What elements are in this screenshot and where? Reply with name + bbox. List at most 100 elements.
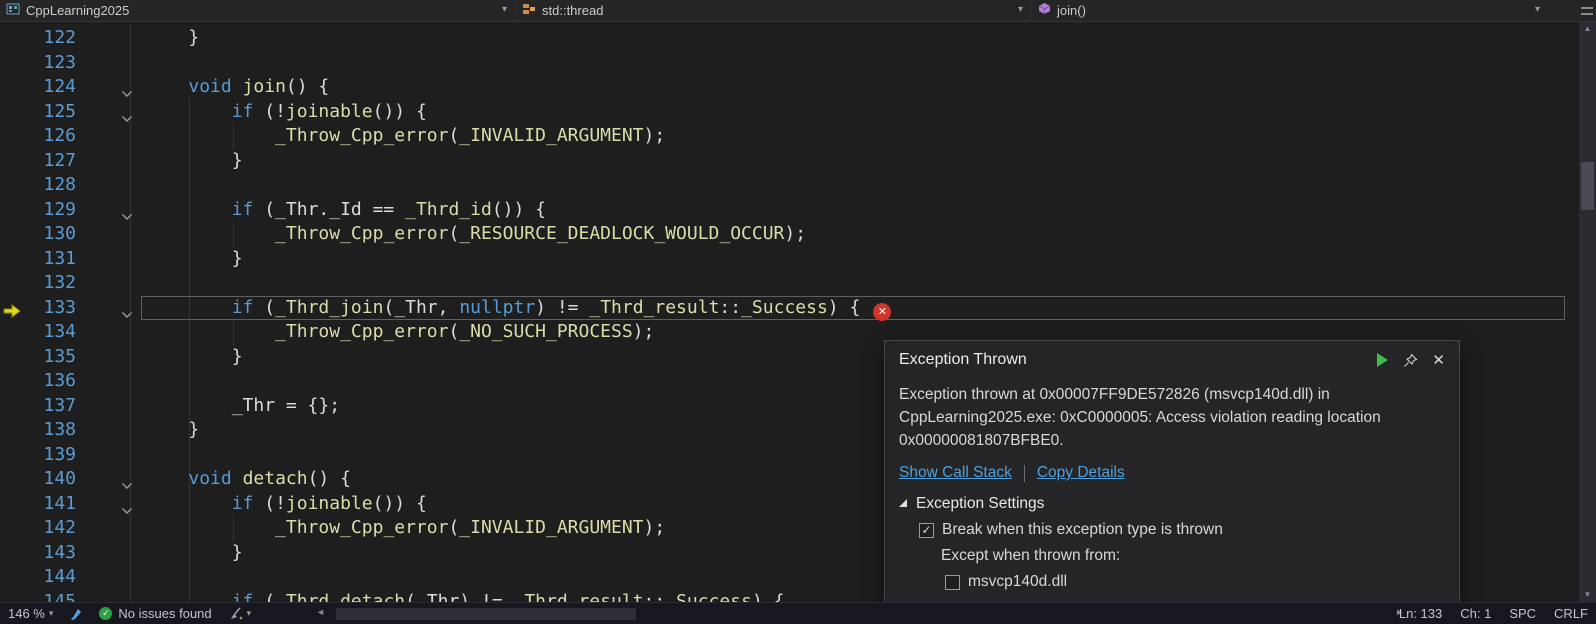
fold-chevron-icon[interactable] bbox=[121, 473, 137, 485]
show-call-stack-link[interactable]: Show Call Stack bbox=[899, 464, 1012, 482]
line-number: 126 bbox=[0, 124, 76, 149]
line-number: 144 bbox=[0, 565, 76, 590]
line-number: 130 bbox=[0, 222, 76, 247]
code-line[interactable]: 131 } bbox=[0, 247, 1579, 272]
code-text: _Throw_Cpp_error(_NO_SUCH_PROCESS); bbox=[145, 320, 654, 345]
window-split-handle-icon[interactable] bbox=[1581, 7, 1593, 15]
module-checkbox[interactable] bbox=[945, 575, 960, 590]
link-divider bbox=[1024, 465, 1025, 482]
horizontal-scrollbar[interactable]: ◄ ► bbox=[316, 603, 1404, 624]
line-number: 132 bbox=[0, 271, 76, 296]
chevron-down-icon: ▾ bbox=[247, 608, 252, 619]
chevron-down-icon: ▾ bbox=[49, 608, 54, 619]
pin-icon[interactable] bbox=[1403, 353, 1418, 368]
code-text: } bbox=[145, 418, 199, 443]
line-number: 124 bbox=[0, 75, 76, 100]
code-text: if (_Thrd_join(_Thr, nullptr) != _Thrd_r… bbox=[145, 296, 891, 321]
code-cleanup-button[interactable]: ▾ bbox=[228, 607, 252, 621]
line-number: 122 bbox=[0, 26, 76, 51]
fold-chevron-icon[interactable] bbox=[121, 81, 137, 93]
line-number: 125 bbox=[0, 100, 76, 125]
scrollbar-thumb[interactable] bbox=[1581, 162, 1594, 210]
chevron-down-icon: ▾ bbox=[1018, 4, 1023, 15]
member-dropdown[interactable]: join() ▾ bbox=[1032, 0, 1548, 21]
code-line[interactable]: 126 _Throw_Cpp_error(_INVALID_ARGUMENT); bbox=[0, 124, 1579, 149]
copy-details-link[interactable]: Copy Details bbox=[1037, 464, 1125, 482]
vertical-scrollbar[interactable]: ▲ ▼ bbox=[1579, 22, 1596, 602]
project-dropdown[interactable]: CppLearning2025 ▾ bbox=[0, 0, 516, 21]
code-line[interactable]: 132 bbox=[0, 271, 1579, 296]
popup-title: Exception Thrown bbox=[899, 351, 1361, 369]
fold-chevron-icon[interactable] bbox=[121, 204, 137, 216]
code-line[interactable]: 125 if (!joinable()) { bbox=[0, 100, 1579, 125]
chevron-down-icon: ▾ bbox=[1535, 4, 1540, 15]
fold-chevron-icon[interactable] bbox=[121, 302, 137, 314]
code-line[interactable]: 128 bbox=[0, 173, 1579, 198]
code-text: void join() { bbox=[145, 75, 329, 100]
line-number: 145 bbox=[0, 590, 76, 603]
code-text: void detach() { bbox=[145, 467, 351, 492]
code-text: _Throw_Cpp_error(_RESOURCE_DEADLOCK_WOUL… bbox=[145, 222, 806, 247]
blue-marker-icon[interactable] bbox=[69, 607, 83, 621]
code-line[interactable]: 124 void join() { bbox=[0, 75, 1579, 100]
line-number: 136 bbox=[0, 369, 76, 394]
code-text: if (_Thrd_detach(_Thr) != _Thrd_result::… bbox=[145, 590, 784, 603]
zoom-value: 146 % bbox=[8, 606, 45, 621]
line-number: 128 bbox=[0, 173, 76, 198]
scroll-left-icon[interactable]: ◄ bbox=[316, 607, 325, 617]
line-number: 135 bbox=[0, 345, 76, 370]
code-text: if (!joinable()) { bbox=[145, 492, 427, 517]
line-number: 140 bbox=[0, 467, 76, 492]
code-text: } bbox=[145, 26, 199, 51]
exception-message: Exception thrown at 0x00007FF9DE572826 (… bbox=[899, 383, 1439, 452]
fold-chevron-icon[interactable] bbox=[121, 498, 137, 510]
break-checkbox-label: Break when this exception type is thrown bbox=[942, 521, 1223, 539]
close-icon[interactable]: ✕ bbox=[1432, 351, 1445, 369]
line-number: 137 bbox=[0, 394, 76, 419]
line-number: 143 bbox=[0, 541, 76, 566]
line-number: 134 bbox=[0, 320, 76, 345]
code-text: } bbox=[145, 247, 243, 272]
code-text: } bbox=[145, 149, 243, 174]
exception-popup: Exception Thrown ✕ Exception thrown at 0… bbox=[884, 340, 1460, 608]
document-health[interactable]: ✓ No issues found bbox=[99, 606, 211, 621]
zoom-control[interactable]: 146 % ▾ bbox=[8, 606, 53, 621]
exception-settings-header[interactable]: Exception Settings bbox=[899, 495, 1445, 513]
code-text: _Throw_Cpp_error(_INVALID_ARGUMENT); bbox=[145, 124, 665, 149]
member-name: join() bbox=[1057, 3, 1086, 18]
scope-dropdown[interactable]: std::thread ▾ bbox=[516, 0, 1032, 21]
line-number: 139 bbox=[0, 443, 76, 468]
code-line[interactable]: 127 } bbox=[0, 149, 1579, 174]
navbar-right bbox=[1548, 0, 1596, 21]
code-text: } bbox=[145, 345, 243, 370]
except-when-label: Except when thrown from: bbox=[899, 547, 1445, 565]
break-checkbox[interactable] bbox=[919, 523, 934, 538]
class-icon bbox=[522, 2, 536, 20]
code-line[interactable]: 129 if (_Thr._Id == _Thrd_id()) { bbox=[0, 198, 1579, 223]
scroll-up-icon[interactable]: ▲ bbox=[1579, 22, 1596, 36]
navigation-bar: CppLearning2025 ▾ std::thread ▾ join() ▾ bbox=[0, 0, 1596, 22]
line-number: 131 bbox=[0, 247, 76, 272]
status-bar: 146 % ▾ ✓ No issues found ▾ ◄ ► Ln: 133 … bbox=[0, 602, 1596, 624]
method-icon bbox=[1038, 2, 1051, 20]
fold-chevron-icon[interactable] bbox=[121, 106, 137, 118]
project-icon bbox=[6, 2, 20, 20]
health-label: No issues found bbox=[118, 606, 211, 621]
code-line[interactable]: 122 } bbox=[0, 26, 1579, 51]
exception-badge-icon[interactable]: ✕ bbox=[873, 303, 891, 321]
chevron-down-icon: ▾ bbox=[502, 4, 507, 15]
scroll-down-icon[interactable]: ▼ bbox=[1579, 588, 1596, 602]
module-checkbox-label: msvcp140d.dll bbox=[968, 573, 1067, 591]
scrollbar-thumb[interactable] bbox=[336, 608, 636, 620]
code-line[interactable]: 123 bbox=[0, 51, 1579, 76]
line-indicator[interactable]: Ln: 133 bbox=[1399, 606, 1442, 621]
code-line[interactable]: 133 if (_Thrd_join(_Thr, nullptr) != _Th… bbox=[0, 296, 1579, 321]
line-ending-indicator[interactable]: CRLF bbox=[1554, 606, 1588, 621]
continue-button[interactable] bbox=[1375, 352, 1389, 368]
column-indicator[interactable]: Ch: 1 bbox=[1460, 606, 1491, 621]
scope-name: std::thread bbox=[542, 3, 603, 18]
settings-header-label: Exception Settings bbox=[916, 495, 1044, 513]
code-line[interactable]: 130 _Throw_Cpp_error(_RESOURCE_DEADLOCK_… bbox=[0, 222, 1579, 247]
code-text: if (_Thr._Id == _Thrd_id()) { bbox=[145, 198, 546, 223]
insert-mode-indicator[interactable]: SPC bbox=[1509, 606, 1536, 621]
